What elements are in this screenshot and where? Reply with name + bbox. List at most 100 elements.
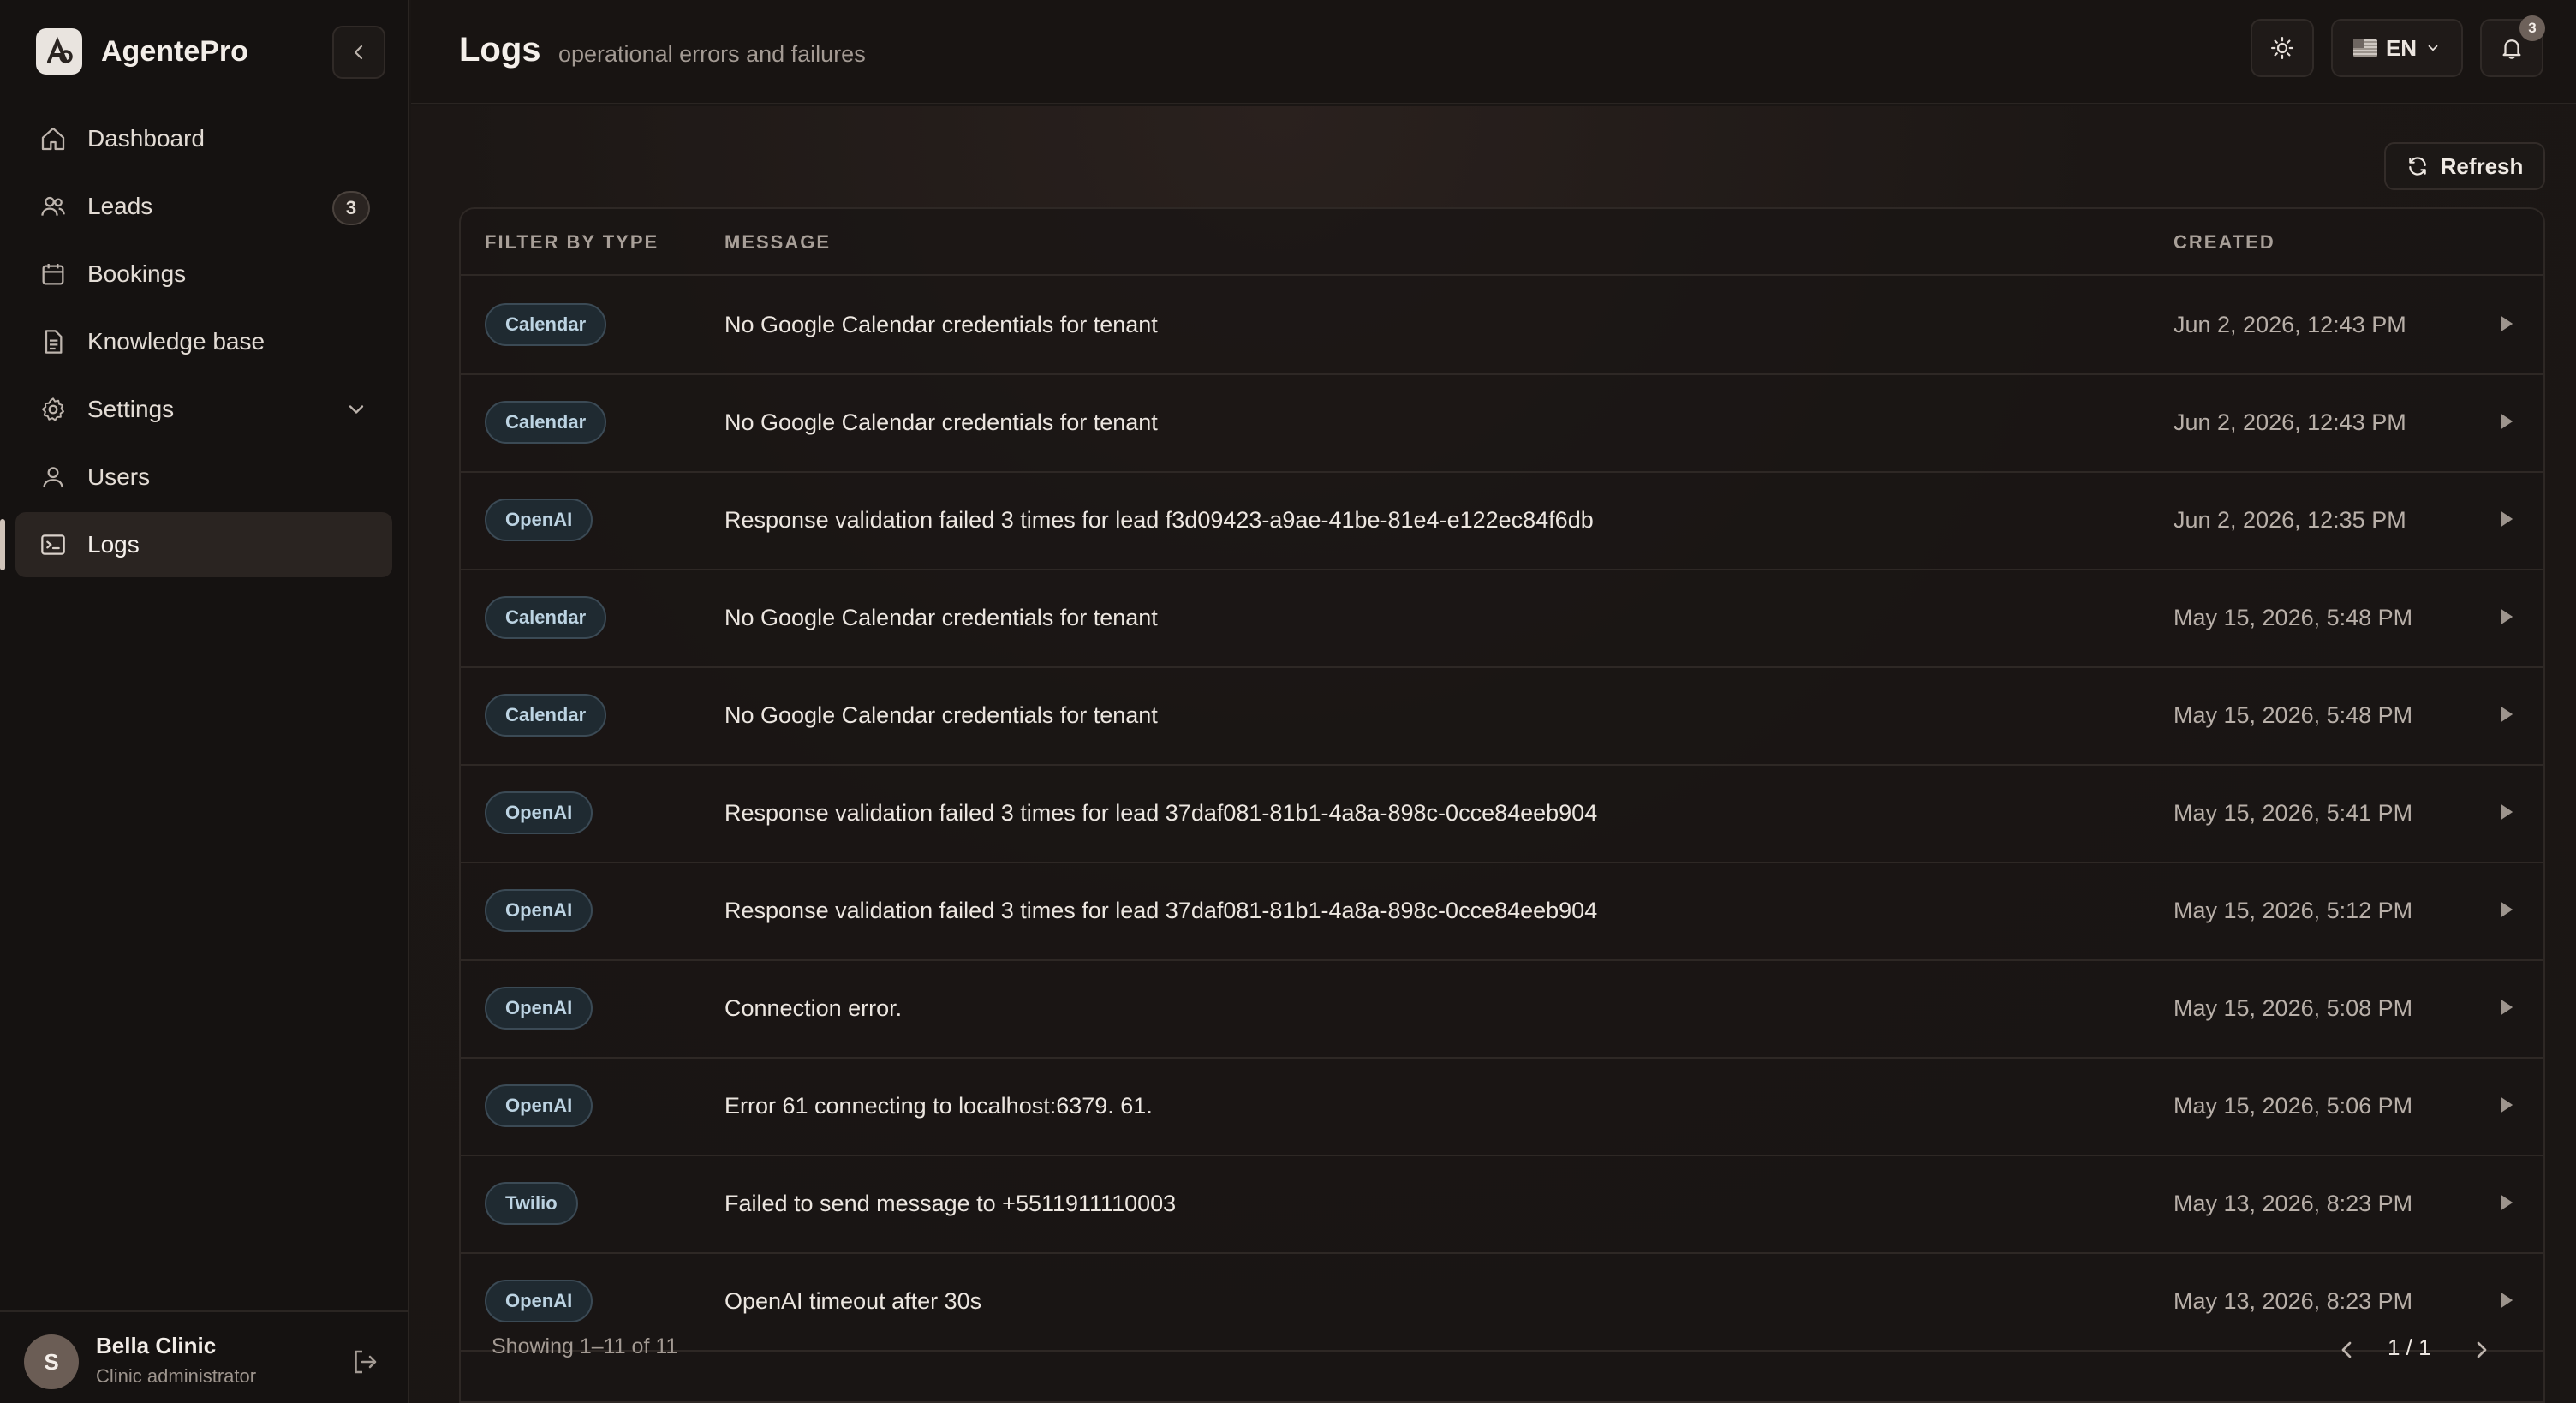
log-message: Response validation failed 3 times for l… <box>724 800 1598 826</box>
log-created: May 15, 2026, 5:08 PM <box>2174 995 2413 1021</box>
sidebar-item-leads[interactable]: Leads 3 <box>15 174 392 239</box>
log-message: No Google Calendar credentials for tenan… <box>724 409 1158 435</box>
logout-button[interactable] <box>349 1346 380 1377</box>
log-message: No Google Calendar credentials for tenan… <box>724 312 1158 337</box>
log-created: May 15, 2026, 5:48 PM <box>2174 702 2413 728</box>
log-type-badge[interactable]: OpenAI <box>485 499 593 541</box>
log-type-badge[interactable]: OpenAI <box>485 987 593 1030</box>
sidebar-item-users[interactable]: Users <box>15 445 392 510</box>
chevron-left-icon <box>2341 1341 2352 1358</box>
log-type-badge[interactable]: Calendar <box>485 401 607 444</box>
log-type-badge[interactable]: OpenAI <box>485 889 593 932</box>
log-message: No Google Calendar credentials for tenan… <box>724 605 1158 630</box>
sidebar-item-dashboard[interactable]: Dashboard <box>15 106 392 171</box>
filter-by-type-header[interactable]: FILTER BY TYPE <box>485 231 659 254</box>
log-message: Error 61 connecting to localhost:6379. 6… <box>724 1093 1153 1119</box>
notifications-button[interactable]: 3 <box>2480 15 2545 77</box>
next-page-button[interactable] <box>2468 1336 2496 1364</box>
table-row[interactable]: OpenAI Connection error. May 15, 2026, 5:0… <box>461 961 2543 1059</box>
log-type-badge[interactable]: Calendar <box>485 596 607 639</box>
chevron-down-icon <box>344 397 368 421</box>
chevron-down-icon <box>2428 45 2438 51</box>
page-header: Logs operational errors and failures EN … <box>411 0 2576 104</box>
language-label: EN <box>2385 34 2418 61</box>
log-created: May 13, 2026, 8:23 PM <box>2174 1191 2413 1216</box>
document-icon <box>38 326 69 357</box>
user-profile: S Bella Clinic Clinic administrator <box>0 1310 408 1403</box>
expand-row-icon[interactable] <box>2494 702 2518 726</box>
expand-row-icon[interactable] <box>2494 312 2518 336</box>
logs-table: FILTER BY TYPE MESSAGE CREATED Calendar N… <box>459 207 2545 1403</box>
table-row[interactable]: OpenAI Response validation failed 3 times… <box>461 766 2543 863</box>
sidebar-item-label: Logs <box>87 531 140 558</box>
refresh-label: Refresh <box>2440 152 2524 179</box>
sidebar-nav: Dashboard Leads 3 Bookings Knowledge bas… <box>0 106 392 580</box>
log-type-badge[interactable]: OpenAI <box>485 1084 593 1127</box>
app-name: AgentePro <box>101 34 248 68</box>
table-row[interactable]: OpenAI Error 61 connecting to localhost:6… <box>461 1059 2543 1156</box>
table-row[interactable]: Calendar No Google Calendar credentials f… <box>461 668 2543 766</box>
gear-icon <box>38 394 69 425</box>
expand-row-icon[interactable] <box>2494 1093 2518 1117</box>
expand-row-icon[interactable] <box>2494 1191 2518 1215</box>
showing-count: Showing 1–11 of 11 <box>492 1334 678 1358</box>
table-row[interactable]: Calendar No Google Calendar credentials f… <box>461 570 2543 668</box>
theme-toggle-button[interactable] <box>2251 19 2314 77</box>
log-type-badge[interactable]: Calendar <box>485 303 607 346</box>
chevron-right-icon <box>2477 1341 2487 1358</box>
main-content: Refresh FILTER BY TYPE MESSAGE CREATED C… <box>411 106 2576 1403</box>
table-row[interactable]: Twilio Failed to send message to +5511911… <box>461 1156 2543 1254</box>
expand-row-icon[interactable] <box>2494 800 2518 824</box>
expand-row-icon[interactable] <box>2494 995 2518 1019</box>
log-type-badge[interactable]: OpenAI <box>485 791 593 834</box>
log-created: Jun 2, 2026, 12:43 PM <box>2174 409 2406 435</box>
user-role: Clinic administrator <box>96 1365 257 1387</box>
table-row[interactable]: Calendar No Google Calendar credentials f… <box>461 375 2543 473</box>
log-created: Jun 2, 2026, 12:43 PM <box>2174 312 2406 337</box>
log-type-badge[interactable]: Calendar <box>485 694 607 737</box>
sun-icon <box>2271 37 2293 59</box>
log-message: Response validation failed 3 times for l… <box>724 507 1594 533</box>
log-created: May 15, 2026, 5:12 PM <box>2174 898 2413 923</box>
avatar[interactable]: S <box>24 1334 79 1389</box>
table-row[interactable]: OpenAI Response validation failed 3 times… <box>461 863 2543 961</box>
log-message: No Google Calendar credentials for tenan… <box>724 702 1158 728</box>
bell-icon <box>2502 39 2521 59</box>
expand-row-icon[interactable] <box>2494 605 2518 629</box>
users-icon <box>38 191 69 222</box>
page-indicator: 1 / 1 <box>2388 1334 2431 1360</box>
brand[interactable]: AgentePro <box>36 27 248 75</box>
log-created: May 15, 2026, 5:06 PM <box>2174 1093 2413 1119</box>
log-created: May 15, 2026, 5:48 PM <box>2174 605 2413 630</box>
sidebar-item-bookings[interactable]: Bookings <box>15 242 392 307</box>
user-icon <box>38 462 69 493</box>
table-row[interactable]: Calendar No Google Calendar credentials f… <box>461 278 2543 375</box>
leads-count-badge: 3 <box>332 191 370 225</box>
page-title: Logs <box>459 31 541 69</box>
sidebar-item-label: Bookings <box>87 260 187 287</box>
previous-page-button[interactable] <box>2333 1336 2360 1364</box>
sidebar-item-knowledge-base[interactable]: Knowledge base <box>15 309 392 374</box>
sidebar-item-label: Knowledge base <box>87 328 265 355</box>
sidebar-item-label: Leads <box>87 193 153 219</box>
log-message: Connection error. <box>724 995 903 1021</box>
table-row[interactable]: OpenAI Response validation failed 3 times… <box>461 473 2543 570</box>
log-type-badge[interactable]: Twilio <box>485 1182 578 1225</box>
log-created: May 15, 2026, 5:41 PM <box>2174 800 2413 826</box>
sidebar-item-label: Dashboard <box>87 125 205 152</box>
flag-us-icon <box>2352 39 2377 57</box>
expand-row-icon[interactable] <box>2494 409 2518 433</box>
notification-count-badge: 3 <box>2519 15 2545 41</box>
language-select[interactable]: EN <box>2331 19 2463 77</box>
expand-row-icon[interactable] <box>2494 898 2518 922</box>
sidebar-item-logs[interactable]: Logs <box>0 512 392 577</box>
sidebar: AgentePro Dashboard Leads 3 Bookings Kno… <box>0 0 409 1403</box>
sidebar-item-label: Users <box>87 463 151 490</box>
refresh-button[interactable]: Refresh <box>2384 142 2545 190</box>
sidebar-item-settings[interactable]: Settings <box>15 377 392 442</box>
expand-row-icon[interactable] <box>2494 507 2518 531</box>
collapse-sidebar-button[interactable] <box>332 26 385 79</box>
log-created: Jun 2, 2026, 12:35 PM <box>2174 507 2406 533</box>
home-icon <box>38 123 69 154</box>
calendar-icon <box>38 259 69 290</box>
